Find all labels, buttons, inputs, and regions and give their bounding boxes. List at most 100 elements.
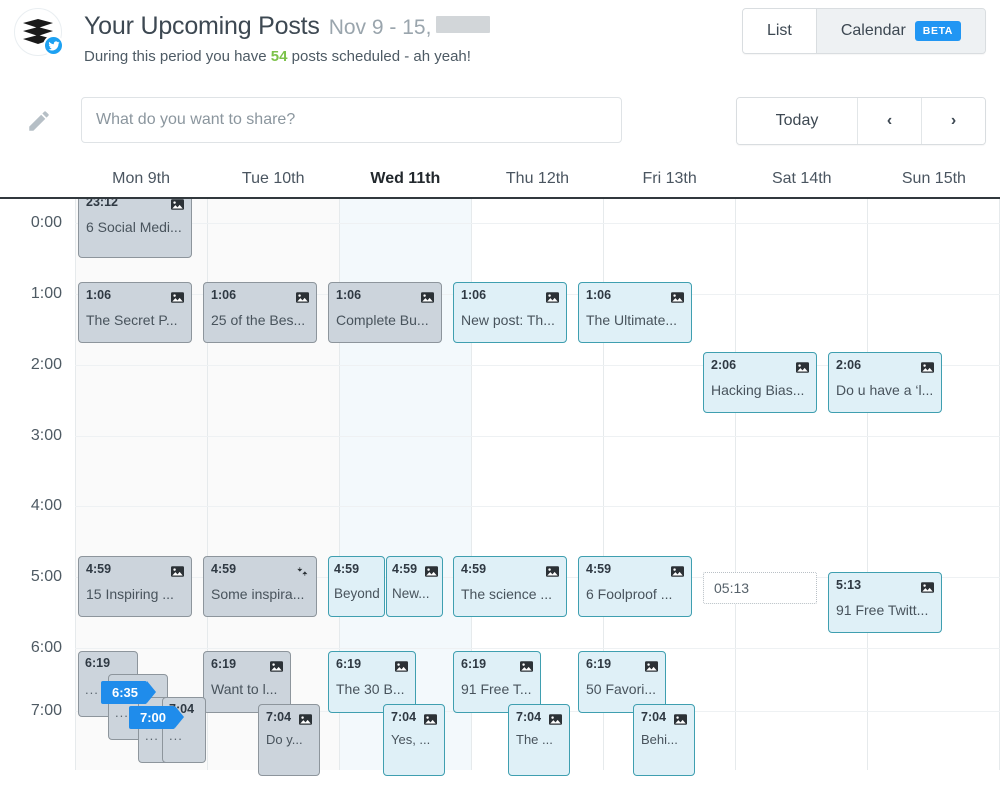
hour-label-6: 6:00 bbox=[31, 639, 62, 657]
event-title: The Secret P... bbox=[86, 312, 184, 328]
subtitle-suffix: posts scheduled - ah yeah! bbox=[292, 48, 471, 65]
calendar-event[interactable]: 4:59 The science ... bbox=[453, 556, 567, 617]
image-icon bbox=[546, 290, 559, 301]
day-header-thu[interactable]: Thu 12th bbox=[471, 170, 603, 188]
day-header-tue[interactable]: Tue 10th bbox=[207, 170, 339, 188]
event-title: The science ... bbox=[461, 586, 559, 602]
event-title: 91 Free T... bbox=[461, 681, 533, 697]
event-title: Some inspira... bbox=[211, 586, 309, 602]
tab-list[interactable]: List bbox=[743, 9, 816, 53]
retweet-icon bbox=[296, 564, 309, 575]
calendar-event[interactable]: 1:06 The Secret P... bbox=[78, 282, 192, 343]
calendar-event[interactable]: 4:59 15 Inspiring ... bbox=[78, 556, 192, 617]
day-column-sat[interactable] bbox=[735, 199, 867, 776]
hour-gridline-3 bbox=[75, 436, 1000, 437]
event-title: 6 Foolproof ... bbox=[586, 586, 684, 602]
event-title: The ... bbox=[516, 732, 562, 748]
calendar-event[interactable]: 2:06 Hacking Bias... bbox=[703, 352, 817, 413]
event-title: Yes, ... bbox=[391, 732, 437, 748]
day-header-sun[interactable]: Sun 15th bbox=[868, 170, 1000, 188]
calendar-event[interactable]: 7:04 Behi... bbox=[633, 704, 695, 776]
calendar-event[interactable]: 1:06 Complete Bu... bbox=[328, 282, 442, 343]
event-time: 7:04 bbox=[516, 710, 541, 724]
day-header-mon[interactable]: Mon 9th bbox=[75, 170, 207, 188]
calendar-event[interactable]: 23:12 6 Social Medi... bbox=[78, 199, 192, 258]
calendar-event[interactable]: 1:06 The Ultimate... bbox=[578, 282, 692, 343]
calendar-event[interactable]: 7:04 The ... bbox=[508, 704, 570, 776]
event-time: 4:59 bbox=[211, 562, 236, 576]
calendar-event[interactable]: 1:06 25 of the Bes... bbox=[203, 282, 317, 343]
search-input[interactable] bbox=[81, 97, 622, 143]
calendar-event[interactable]: 7:04 Yes, ... bbox=[383, 704, 445, 776]
page-title: Your Upcoming Posts bbox=[84, 12, 320, 41]
event-time: 7:04 bbox=[641, 710, 666, 724]
event-time: 6:19 bbox=[461, 657, 486, 671]
image-icon bbox=[796, 360, 809, 371]
time-badge-635[interactable]: 6:35 bbox=[101, 681, 147, 704]
event-title: 25 of the Bes... bbox=[211, 312, 309, 328]
hour-gridline-6 bbox=[75, 648, 1000, 649]
event-title: Do y... bbox=[266, 732, 312, 748]
hour-label-1: 1:00 bbox=[31, 285, 62, 303]
event-time: 2:06 bbox=[836, 358, 861, 372]
calendar-event[interactable]: 4:59 New... bbox=[386, 556, 443, 617]
image-icon bbox=[171, 564, 184, 575]
bottom-scroll-strip[interactable] bbox=[0, 770, 1000, 776]
image-icon bbox=[671, 290, 684, 301]
tab-calendar-label: Calendar bbox=[841, 22, 906, 40]
event-title: Complete Bu... bbox=[336, 312, 434, 328]
image-icon bbox=[296, 290, 309, 301]
event-time: 6:19 bbox=[336, 657, 361, 671]
calendar-nav-group[interactable]: Today ‹ › bbox=[736, 97, 986, 145]
tab-list-label: List bbox=[767, 22, 792, 40]
event-title: 91 Free Twitt... bbox=[836, 602, 934, 618]
event-time: 1:06 bbox=[86, 288, 111, 302]
next-week-button[interactable]: › bbox=[921, 98, 985, 144]
calendar-event[interactable]: 4:59 Some inspira... bbox=[203, 556, 317, 617]
image-icon bbox=[424, 712, 437, 723]
event-title: Hacking Bias... bbox=[711, 382, 809, 398]
subtitle-prefix: During this period you have bbox=[84, 48, 267, 65]
today-button[interactable]: Today bbox=[737, 98, 857, 144]
day-header-wed[interactable]: Wed 11th bbox=[339, 170, 471, 188]
event-time: 6:19 bbox=[211, 657, 236, 671]
image-icon bbox=[549, 712, 562, 723]
day-column-sun[interactable] bbox=[867, 199, 1000, 776]
calendar-event[interactable]: 4:59 Beyond bbox=[328, 556, 385, 617]
image-icon bbox=[671, 564, 684, 575]
calendar-event[interactable]: 5:13 91 Free Twitt... bbox=[828, 572, 942, 633]
prev-week-button[interactable]: ‹ bbox=[857, 98, 921, 144]
tab-calendar[interactable]: Calendar BETA bbox=[816, 9, 985, 53]
calendar-scroll-area[interactable]: 0:00 1:00 2:00 3:00 4:00 5:00 6:00 7:00 … bbox=[0, 199, 1000, 776]
image-icon bbox=[921, 580, 934, 591]
image-icon bbox=[395, 659, 408, 670]
hour-label-0: 0:00 bbox=[31, 214, 62, 232]
empty-time-slot[interactable]: 05:13 bbox=[703, 572, 817, 604]
event-time: 6:19 bbox=[586, 657, 611, 671]
hour-label-5: 5:00 bbox=[31, 568, 62, 586]
event-title: Beyond bbox=[334, 586, 380, 602]
event-title: Behi... bbox=[641, 732, 687, 748]
day-header-sat[interactable]: Sat 14th bbox=[736, 170, 868, 188]
view-toggle[interactable]: List Calendar BETA bbox=[742, 8, 986, 54]
event-time: 4:59 bbox=[334, 562, 359, 576]
hour-label-2: 2:00 bbox=[31, 356, 62, 374]
day-header-fri[interactable]: Fri 13th bbox=[604, 170, 736, 188]
image-icon bbox=[299, 712, 312, 723]
event-time: 4:59 bbox=[461, 562, 486, 576]
chevron-left-icon: ‹ bbox=[887, 112, 892, 130]
event-time: 5:13 bbox=[836, 578, 861, 592]
event-time: 7:04 bbox=[391, 710, 416, 724]
event-title: Want to l... bbox=[211, 681, 283, 697]
hour-gutter: 0:00 1:00 2:00 3:00 4:00 5:00 6:00 7:00 bbox=[0, 199, 75, 776]
calendar-event[interactable]: 1:06 New post: Th... bbox=[453, 282, 567, 343]
date-range: Nov 9 - 15, bbox=[329, 16, 432, 40]
event-title: The Ultimate... bbox=[586, 312, 684, 328]
calendar-event[interactable]: 4:59 6 Foolproof ... bbox=[578, 556, 692, 617]
calendar-event[interactable]: 2:06 Do u have a ‘l... bbox=[828, 352, 942, 413]
time-badge-700[interactable]: 7:00 bbox=[129, 706, 175, 729]
event-title: New post: Th... bbox=[461, 312, 559, 328]
calendar-event[interactable]: 7:04 Do y... bbox=[258, 704, 320, 776]
image-icon bbox=[171, 290, 184, 301]
event-time: 4:59 bbox=[392, 562, 417, 576]
